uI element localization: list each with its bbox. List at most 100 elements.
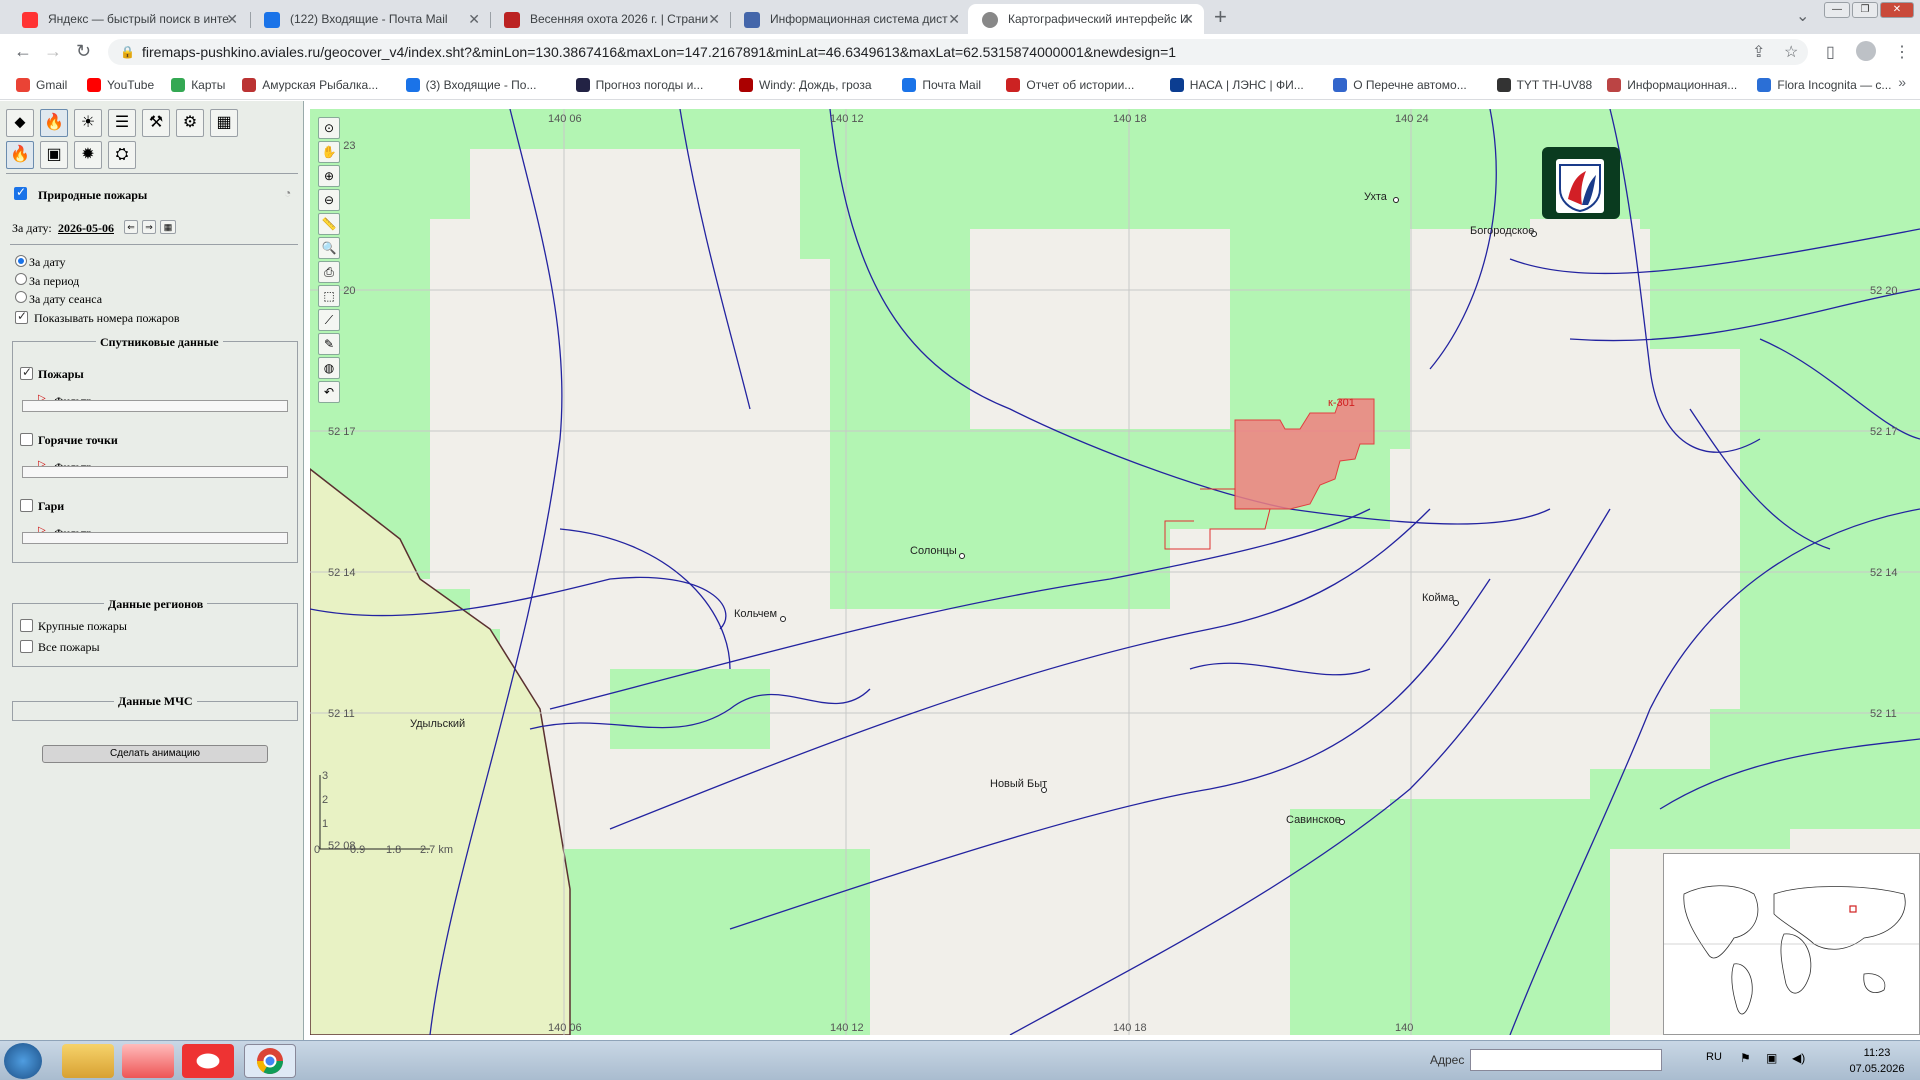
minimize-button[interactable]: — xyxy=(1824,2,1850,18)
profile-avatar[interactable] xyxy=(1856,41,1876,61)
fire-icon[interactable]: 🔥 xyxy=(40,109,68,137)
next-date-icon[interactable]: ⇒ xyxy=(142,220,156,234)
chevron-down-icon[interactable]: ⌄ xyxy=(1796,6,1809,26)
layers-icon[interactable]: ☰ xyxy=(108,109,136,137)
bookmark-item[interactable]: Gmail xyxy=(16,76,67,94)
globe-icon[interactable]: ◍ xyxy=(318,357,340,379)
bookmark-item[interactable]: Отчет об истории... xyxy=(1006,76,1134,94)
ruler-icon[interactable]: 📏 xyxy=(318,213,340,235)
large-fires-checkbox[interactable] xyxy=(20,619,33,632)
system-clock[interactable]: 11:23 07.05.2026 xyxy=(1842,1045,1912,1077)
lon-label-bottom: 140 xyxy=(1395,1022,1413,1034)
bookmarks-overflow-icon[interactable]: » xyxy=(1898,74,1906,90)
overview-minimap[interactable] xyxy=(1663,853,1920,1035)
bookmark-label: О Перечне автомо... xyxy=(1353,78,1467,92)
tray-flag-icon[interactable]: ⚑ xyxy=(1740,1051,1751,1065)
settings-gear-icon[interactable]: ⚙ xyxy=(176,109,204,137)
bookmark-item[interactable]: (3) Входящие - По... xyxy=(405,76,536,94)
make-animation-button[interactable]: Сделать анимацию xyxy=(42,745,268,763)
bookmark-item[interactable]: Карты xyxy=(171,76,225,94)
lat-label: 52 17 xyxy=(328,426,356,438)
bookmark-item[interactable]: Информационная... xyxy=(1607,76,1737,94)
bookmark-item[interactable]: О Перечне автомо... xyxy=(1333,76,1467,94)
layer-burns-checkbox[interactable] xyxy=(20,499,33,512)
back-icon[interactable]: ← xyxy=(14,41,32,62)
bookmark-item[interactable]: TYT TH-UV88 xyxy=(1496,76,1592,94)
language-indicator[interactable]: RU xyxy=(1706,1051,1722,1063)
close-icon[interactable]: ✕ xyxy=(1182,4,1194,34)
burst-icon[interactable]: ✹ xyxy=(74,141,102,169)
reload-icon[interactable]: ↻ xyxy=(76,41,91,62)
bookmark-item[interactable]: Flora Incognita — с... xyxy=(1757,76,1891,94)
close-icon[interactable]: ✕ xyxy=(708,4,720,34)
building-fire-icon[interactable]: ▣ xyxy=(40,141,68,169)
undo-icon[interactable]: ↶ xyxy=(318,381,340,403)
bookmark-item[interactable]: YouTube xyxy=(87,76,154,94)
menu-kebab-icon[interactable]: ⋮ xyxy=(1894,42,1910,62)
layer-fires-checkbox[interactable] xyxy=(20,365,33,380)
bookmark-label: Карты xyxy=(191,78,226,92)
tab-hunting[interactable]: Весенняя охота 2026 г. | Страни ✕ xyxy=(490,4,730,34)
full-extent-icon[interactable]: ⊙ xyxy=(318,117,340,139)
draw-line-icon[interactable]: ⟋ xyxy=(318,309,340,331)
table-icon[interactable]: ▦ xyxy=(210,109,238,137)
side-panel-icon[interactable]: ▯ xyxy=(1826,42,1835,62)
map-canvas[interactable]: 140 06 140 12 140 18 140 24 140 06 140 1… xyxy=(310,109,1920,1035)
share-icon[interactable]: ⇪ xyxy=(1752,42,1765,62)
prev-date-icon[interactable]: ⇐ xyxy=(124,220,138,234)
address-bar[interactable]: 🔒 firemaps-pushkino.aviales.ru/geocover_… xyxy=(108,39,1808,65)
bookmark-star-icon[interactable]: ☆ xyxy=(1784,42,1798,62)
bookmark-item[interactable]: Почта Mail xyxy=(902,76,981,94)
close-icon[interactable]: ✕ xyxy=(226,4,238,34)
marker-icon[interactable]: ✎ xyxy=(318,333,340,355)
print-icon[interactable]: ⎙ xyxy=(318,261,340,283)
all-fires-checkbox[interactable] xyxy=(20,640,33,653)
tab-mail[interactable]: (122) Входящие - Почта Mail ✕ xyxy=(250,4,490,34)
natural-fires-checkbox[interactable] xyxy=(14,185,27,200)
zoom-out-icon[interactable]: ⊖ xyxy=(318,189,340,211)
layer-hotspots-checkbox[interactable] xyxy=(20,433,33,446)
pan-hand-icon[interactable]: ✋ xyxy=(318,141,340,163)
info-icon[interactable]: ◔ xyxy=(284,186,291,201)
start-button[interactable] xyxy=(4,1043,42,1079)
bookmark-item[interactable]: НАСА | ЛЭНС | ФИ... xyxy=(1169,76,1304,94)
avialesookhrana-logo[interactable] xyxy=(1542,147,1620,219)
bookmark-item[interactable]: Амурская Рыбалка... xyxy=(242,76,378,94)
tab-yandex[interactable]: Яндекс — быстрый поиск в инте ✕ xyxy=(8,4,248,34)
address-toolbar-input[interactable] xyxy=(1470,1049,1662,1071)
bookmark-item[interactable]: Прогноз погоды и... xyxy=(575,76,703,94)
show-numbers-checkbox[interactable] xyxy=(15,309,28,324)
date-value-link[interactable]: 2026-05-06 xyxy=(58,221,114,236)
tab-map-interface[interactable]: Картографический интерфейс И ✕ xyxy=(968,4,1204,34)
bookmark-favicon-icon xyxy=(575,78,590,92)
tray-network-icon[interactable]: ▣ xyxy=(1766,1051,1777,1065)
close-window-button[interactable]: ✕ xyxy=(1880,2,1914,18)
wildfire-icon[interactable]: 🔥 xyxy=(6,141,34,169)
divider xyxy=(10,244,298,245)
navigation-icon[interactable]: ⬥ xyxy=(6,109,34,137)
radio-by-period[interactable] xyxy=(15,273,27,285)
select-area-icon[interactable]: ⬚ xyxy=(318,285,340,307)
bookmark-item[interactable]: Windy: Дождь, гроза xyxy=(739,76,872,94)
radio-by-date[interactable] xyxy=(15,255,27,267)
radio-by-session-date[interactable] xyxy=(15,291,27,303)
close-icon[interactable]: ✕ xyxy=(468,4,480,34)
new-tab-button[interactable]: + xyxy=(1214,4,1227,30)
chrome-app-icon[interactable] xyxy=(244,1044,296,1078)
bookmark-favicon-icon xyxy=(16,78,30,92)
tools-icon[interactable]: ⚒ xyxy=(142,109,170,137)
tray-volume-icon[interactable]: ◀) xyxy=(1792,1051,1805,1065)
calendar-icon[interactable]: ▦ xyxy=(160,220,176,234)
file-explorer-icon[interactable] xyxy=(62,1044,114,1078)
identify-icon[interactable]: 🔍 xyxy=(318,237,340,259)
lat-label-right: 52 14 xyxy=(1870,567,1898,579)
yandex-browser-icon[interactable] xyxy=(182,1044,234,1078)
weather-icon[interactable]: ☀ xyxy=(74,109,102,137)
forward-icon[interactable]: → xyxy=(44,41,62,62)
tab-info-system[interactable]: Информационная система дист ✕ xyxy=(730,4,970,34)
restore-button[interactable]: ❐ xyxy=(1852,2,1878,18)
media-player-icon[interactable] xyxy=(122,1044,174,1078)
zoom-in-icon[interactable]: ⊕ xyxy=(318,165,340,187)
close-icon[interactable]: ✕ xyxy=(948,4,960,34)
satellite-icon[interactable]: ⛭ xyxy=(108,141,136,169)
